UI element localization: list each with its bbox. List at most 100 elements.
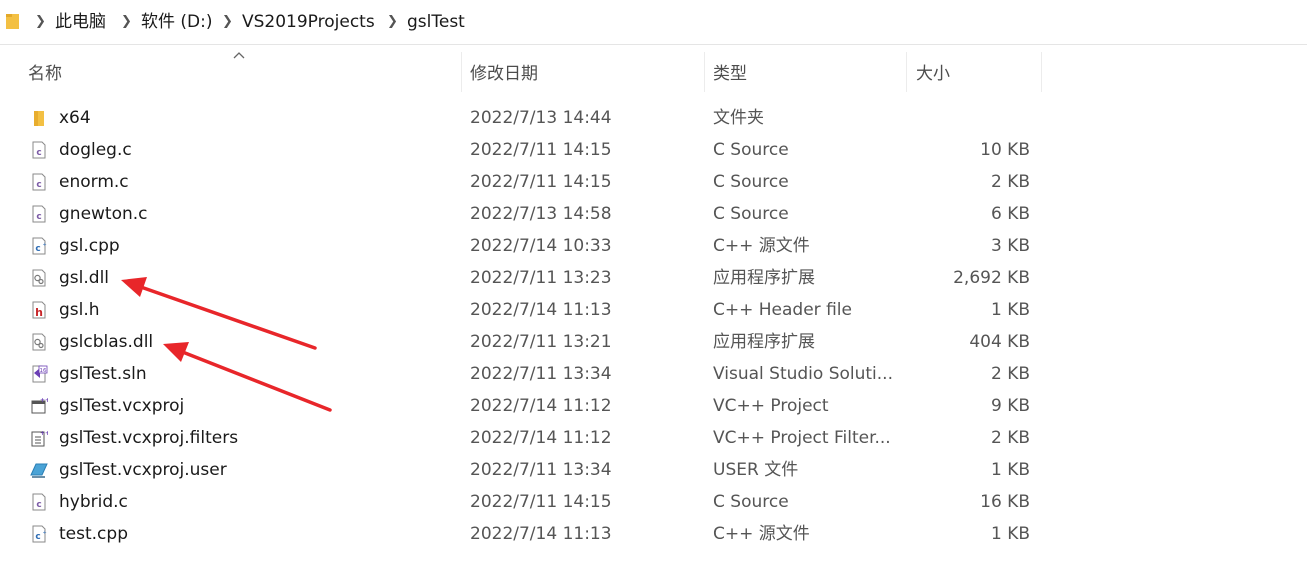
file-size: 2 KB [990, 172, 1030, 192]
file-date: 2022/7/11 14:15 [470, 140, 612, 160]
file-type: C++ 源文件 [713, 236, 810, 256]
file-name: gslTest.vcxproj.filters [59, 428, 239, 448]
file-type: C Source [713, 172, 789, 192]
file-date: 2022/7/11 14:15 [470, 172, 612, 192]
svg-text:+: + [43, 242, 47, 248]
file-size: 1 KB [990, 300, 1030, 320]
svg-text:c: c [35, 532, 40, 542]
file-row[interactable]: x64 2022/7/13 14:44 文件夹 [0, 102, 1307, 134]
file-type: C++ Header file [713, 300, 852, 320]
file-name: hybrid.c [59, 492, 128, 512]
column-divider[interactable] [704, 52, 705, 92]
file-size: 404 KB [969, 332, 1030, 352]
file-date: 2022/7/13 14:44 [470, 108, 612, 128]
file-date: 2022/7/14 11:13 [470, 524, 612, 544]
breadcrumb-item[interactable]: gslTest [407, 11, 465, 33]
chevron-right-icon[interactable]: ❯ [121, 11, 132, 33]
c-source-file-icon: c [30, 205, 48, 223]
chevron-right-icon[interactable]: ❯ [222, 11, 233, 33]
svg-text:+: + [43, 530, 47, 536]
sort-ascending-icon [233, 52, 245, 59]
column-divider[interactable] [1041, 52, 1042, 92]
chevron-right-icon[interactable]: ❯ [35, 11, 46, 33]
file-type: 文件夹 [713, 108, 764, 128]
svg-text:c: c [36, 212, 41, 222]
file-type: C Source [713, 492, 789, 512]
column-header-type[interactable]: 类型 [713, 52, 747, 96]
file-name: x64 [59, 108, 91, 128]
column-header-size[interactable]: 大小 [916, 52, 950, 96]
file-type: C Source [713, 140, 789, 160]
file-row[interactable]: c hybrid.c 2022/7/11 14:15 C Source 16 KB [0, 486, 1307, 518]
breadcrumb-item[interactable]: 此电脑 [55, 11, 106, 33]
file-row[interactable]: h gsl.h 2022/7/14 11:13 C++ Header file 1 KB [0, 294, 1307, 326]
file-name: gsl.dll [59, 268, 110, 288]
column-header-name[interactable]: 名称 [28, 52, 62, 96]
column-divider[interactable] [906, 52, 907, 92]
file-row[interactable]: c gnewton.c 2022/7/13 14:58 C Source 6 KB [0, 198, 1307, 230]
file-name: gsl.h [59, 300, 100, 320]
file-row[interactable]: c + test.cpp 2022/7/14 11:13 C++ 源文件 1 KB [0, 518, 1307, 550]
svg-text:++: ++ [40, 430, 48, 437]
svg-text:c: c [36, 500, 41, 510]
file-date: 2022/7/14 11:12 [470, 428, 612, 448]
file-date: 2022/7/14 11:13 [470, 300, 612, 320]
file-type: 应用程序扩展 [713, 332, 815, 352]
file-size: 9 KB [990, 396, 1030, 416]
dll-file-icon [30, 269, 48, 287]
header-file-icon: h [30, 301, 48, 319]
file-row[interactable]: c enorm.c 2022/7/11 14:15 C Source 2 KB [0, 166, 1307, 198]
dll-file-icon [30, 333, 48, 351]
svg-text:++: ++ [40, 397, 48, 404]
file-size: 6 KB [990, 204, 1030, 224]
breadcrumb-item[interactable]: 软件 (D:) [141, 11, 213, 33]
address-bar[interactable]: ❯ 此电脑 ❯ 软件 (D:) ❯ VS2019Projects ❯ gslTe… [0, 0, 1307, 45]
file-size: 2,692 KB [953, 268, 1030, 288]
file-name: test.cpp [59, 524, 128, 544]
file-date: 2022/7/13 14:58 [470, 204, 612, 224]
file-size: 2 KB [990, 428, 1030, 448]
file-type: USER 文件 [713, 460, 799, 480]
cpp-source-file-icon: c + [30, 237, 48, 255]
file-type: VC++ Project Filter... [713, 428, 891, 448]
file-name: gslTest.vcxproj [59, 396, 185, 416]
file-type: Visual Studio Soluti... [713, 364, 893, 384]
chevron-right-icon[interactable]: ❯ [387, 11, 398, 33]
svg-text:c: c [35, 244, 40, 254]
c-source-file-icon: c [30, 173, 48, 191]
file-date: 2022/7/14 10:33 [470, 236, 612, 256]
breadcrumb-item[interactable]: VS2019Projects [242, 11, 375, 33]
file-row[interactable]: 16 gslTest.sln 2022/7/11 13:34 Visual Studi… [0, 358, 1307, 390]
svg-text:16: 16 [40, 368, 47, 374]
column-divider[interactable] [461, 52, 462, 92]
vcxproj-filters-icon: ++ [30, 429, 50, 447]
file-name: gslTest.sln [59, 364, 147, 384]
file-size: 1 KB [990, 460, 1030, 480]
file-name: gslcblas.dll [59, 332, 154, 352]
file-name: dogleg.c [59, 140, 132, 160]
file-row[interactable]: gslTest.vcxproj.user 2022/7/11 13:34 USER … [0, 454, 1307, 486]
file-name: gnewton.c [59, 204, 148, 224]
file-date: 2022/7/11 13:23 [470, 268, 612, 288]
c-source-file-icon: c [30, 141, 48, 159]
file-size: 10 KB [980, 140, 1030, 160]
c-source-file-icon: c [30, 493, 48, 511]
file-row[interactable]: ++ gslTest.vcxproj.filters 2022/7/14 11:12… [0, 422, 1307, 454]
file-row[interactable]: gslcblas.dll 2022/7/11 13:21 应用程序扩展 404 KB [0, 326, 1307, 358]
file-name: gsl.cpp [59, 236, 120, 256]
file-date: 2022/7/14 11:12 [470, 396, 612, 416]
file-row[interactable]: c + gsl.cpp 2022/7/14 10:33 C++ 源文件 3 KB [0, 230, 1307, 262]
user-file-icon [30, 461, 48, 479]
file-row[interactable]: ++ gslTest.vcxproj 2022/7/14 11:12 VC++ Pro… [0, 390, 1307, 422]
cpp-source-file-icon: c + [30, 525, 48, 543]
file-row[interactable]: gsl.dll 2022/7/11 13:23 应用程序扩展 2,692 KB [0, 262, 1307, 294]
folder-icon [30, 109, 48, 127]
file-size: 2 KB [990, 364, 1030, 384]
file-row[interactable]: c dogleg.c 2022/7/11 14:15 C Source 10 KB [0, 134, 1307, 166]
file-size: 1 KB [990, 524, 1030, 544]
column-header-date[interactable]: 修改日期 [470, 52, 538, 96]
vs-solution-icon: 16 [30, 365, 48, 383]
file-type: C++ 源文件 [713, 524, 810, 544]
file-type: VC++ Project [713, 396, 829, 416]
svg-text:c: c [36, 180, 41, 190]
